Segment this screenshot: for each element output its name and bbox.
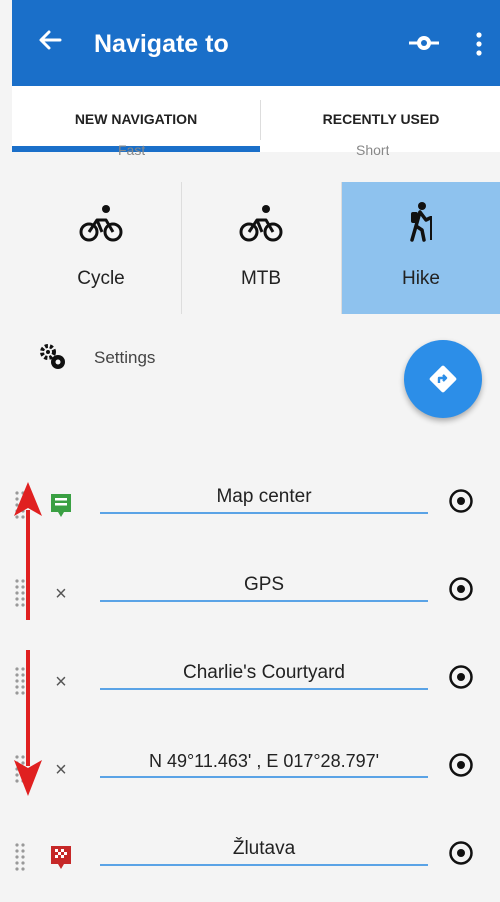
arrow-back-icon[interactable] bbox=[36, 26, 68, 58]
mode-label: MTB bbox=[240, 268, 282, 289]
waypoint-row: Map center bbox=[0, 462, 500, 550]
hiker-icon bbox=[410, 202, 432, 242]
app-bar: Navigate to bbox=[12, 0, 500, 86]
mtb-icon bbox=[239, 205, 283, 242]
bicycle-icon bbox=[79, 205, 123, 242]
pick-location-icon[interactable] bbox=[448, 576, 474, 602]
pick-location-icon[interactable] bbox=[448, 664, 474, 690]
arrow-up-icon bbox=[14, 482, 42, 620]
tab-bar: NEW NAVIGATION RECENTLY USED bbox=[12, 86, 500, 152]
arrow-down-icon bbox=[14, 650, 42, 796]
pick-location-icon[interactable] bbox=[448, 752, 474, 778]
reorder-annotation-arrows bbox=[14, 482, 42, 796]
directions-icon bbox=[429, 365, 457, 393]
tab-divider bbox=[260, 100, 261, 140]
waypoint-field[interactable]: N 49°11.463' , E 017°28.797' bbox=[100, 746, 428, 778]
waypoint-row: Žlutava bbox=[0, 814, 500, 902]
more-vert-icon[interactable] bbox=[474, 32, 484, 56]
waypoint-row: × N 49°11.463' , E 017°28.797' bbox=[0, 726, 500, 814]
waypoint-field[interactable]: Map center bbox=[100, 482, 428, 514]
pick-location-icon[interactable] bbox=[448, 840, 474, 866]
drag-handle-icon[interactable] bbox=[14, 842, 26, 876]
partial-option-fast: Fast bbox=[118, 142, 146, 156]
gears-icon[interactable] bbox=[38, 342, 68, 372]
mode-hike[interactable]: Hike bbox=[342, 182, 500, 314]
route-icon[interactable] bbox=[407, 32, 441, 54]
mode-cycle[interactable]: Cycle bbox=[22, 182, 180, 314]
partial-option-short: Short bbox=[356, 142, 390, 156]
mode-label: Cycle bbox=[77, 268, 125, 289]
waypoint-row: × GPS bbox=[0, 550, 500, 638]
waypoint-field[interactable]: Charlie's Courtyard bbox=[100, 658, 428, 690]
waypoint-row: × Charlie's Courtyard bbox=[0, 638, 500, 726]
mode-mtb[interactable]: MTB bbox=[182, 182, 340, 314]
settings-label[interactable]: Settings bbox=[94, 348, 155, 368]
waypoint-field[interactable]: Žlutava bbox=[100, 834, 428, 866]
finish-flag-icon bbox=[48, 844, 74, 872]
page-title: Navigate to bbox=[94, 30, 229, 58]
transport-mode-selector: Cycle MTB Hike bbox=[22, 182, 500, 314]
mode-label: Hike bbox=[401, 268, 440, 289]
waypoint-field[interactable]: GPS bbox=[100, 570, 428, 602]
start-navigation-button[interactable] bbox=[404, 340, 482, 418]
pick-location-icon[interactable] bbox=[448, 488, 474, 514]
